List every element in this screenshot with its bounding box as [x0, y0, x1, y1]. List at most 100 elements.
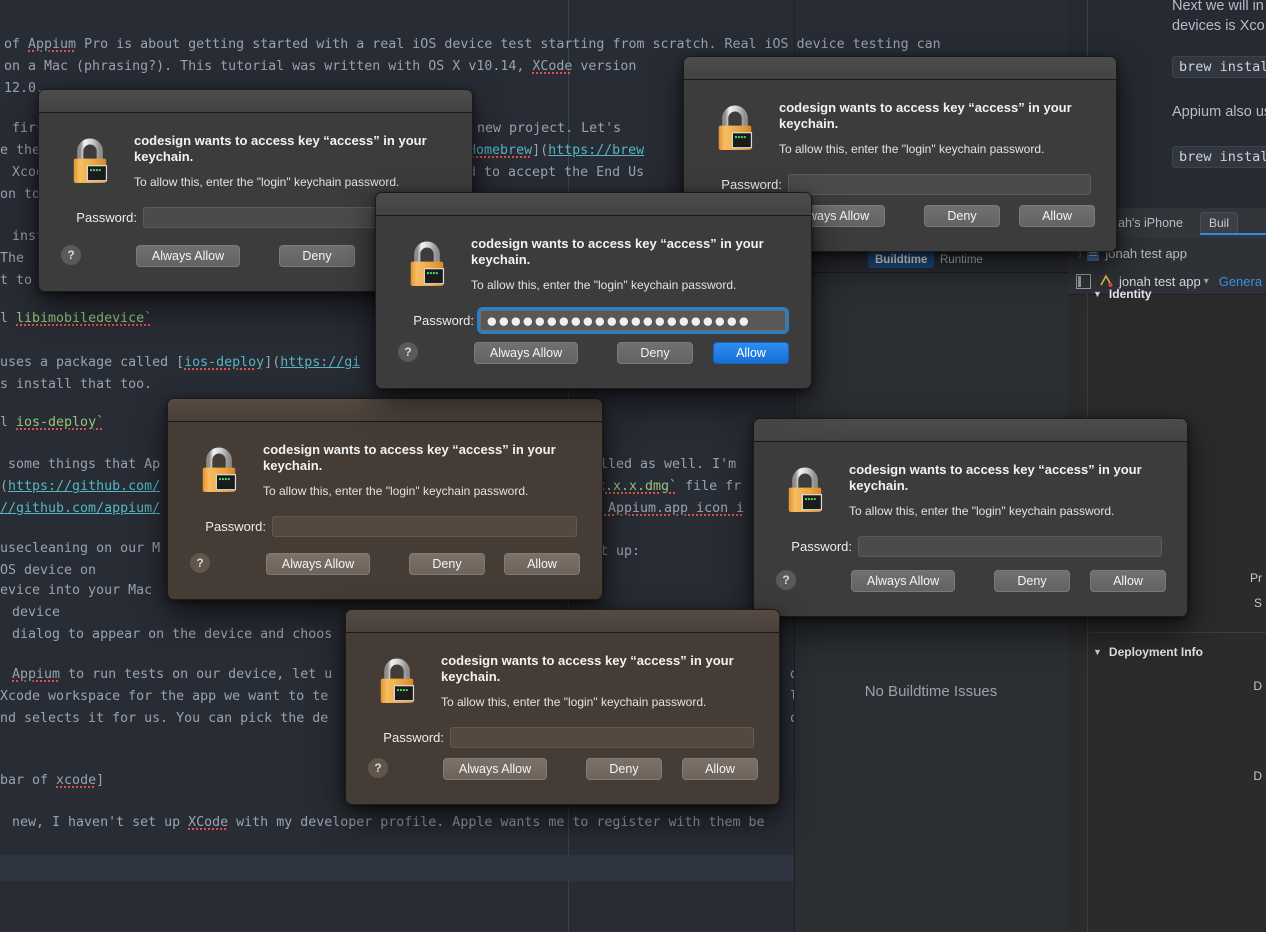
editor-token-plain — [4, 667, 12, 682]
dialog-subheadline: To allow this, enter the "login" keychai… — [471, 278, 737, 292]
password-label: Password: — [413, 313, 474, 328]
always-allow-button[interactable]: Always Allow — [136, 245, 240, 267]
editor-token-plain: usecleaning on our M — [0, 541, 161, 556]
editor-text-line: Xcode workspace for the app we want to t… — [0, 688, 328, 705]
password-input[interactable] — [858, 536, 1162, 557]
allow-button[interactable]: Allow — [682, 758, 758, 780]
editor-token-lnk: Homebrew — [468, 143, 533, 158]
app-target-icon — [1099, 274, 1113, 288]
dialog-title-bar[interactable] — [754, 419, 1187, 442]
keychain-lock-icon — [709, 102, 761, 159]
dialog-headline: codesign wants to access key “access” in… — [471, 236, 764, 267]
allow-button[interactable]: Allow — [1090, 570, 1166, 592]
editor-token-sp: xcode — [56, 773, 97, 788]
editor-token-plain: on a Mac (phrasing?). This tutorial was … — [4, 59, 533, 74]
password-label: Password: — [791, 539, 852, 554]
editor-text-line: nd selects it for us. You can pick the d… — [0, 710, 328, 727]
deny-button[interactable]: Deny — [617, 342, 693, 364]
dialog-headline: codesign wants to access key “access” in… — [134, 133, 427, 164]
editor-text-line: usecleaning on our M — [0, 540, 160, 557]
help-button[interactable]: ? — [61, 245, 81, 265]
always-allow-button[interactable]: Always Allow — [266, 553, 370, 575]
deny-button[interactable]: Deny — [586, 758, 662, 780]
editor-token-plain: ] — [96, 773, 105, 788]
dialog-title-bar[interactable] — [168, 399, 602, 422]
editor-token-sp: Appium — [28, 37, 77, 52]
editor-token-plain: need to accept the End Us — [444, 165, 645, 180]
editor-token-lnk: //github.com/appium/ — [0, 501, 161, 516]
section-deployment-info[interactable]: ▼ Deployment Info — [1068, 645, 1266, 659]
editor-text-line: Appium.app icon i — [600, 500, 744, 517]
deny-button[interactable]: Deny — [409, 553, 485, 575]
dialog-headline: codesign wants to access key “access” in… — [849, 462, 1142, 493]
dialog-subheadline: To allow this, enter the "login" keychai… — [263, 484, 529, 498]
allow-button[interactable]: Allow — [504, 553, 580, 575]
editor-token-plain: new, I haven't set up — [4, 815, 189, 830]
allow-button[interactable]: Allow — [1019, 205, 1095, 227]
allow-button[interactable]: Allow — [713, 342, 789, 364]
always-allow-button[interactable]: Always Allow — [851, 570, 955, 592]
editor-text-line: //github.com/appium/ — [0, 500, 160, 517]
dialog-title-bar[interactable] — [684, 57, 1116, 80]
editor-token-plain: e the — [0, 143, 41, 158]
password-input[interactable] — [788, 174, 1091, 195]
keychain-access-dialog[interactable]: codesign wants to access key “access” in… — [753, 418, 1188, 617]
editor-token-kw: x.x.x.dmg` — [597, 479, 678, 494]
deny-button[interactable]: Deny — [994, 570, 1070, 592]
doc-code-block-1: brew install — [1172, 56, 1266, 78]
password-input[interactable] — [450, 727, 754, 748]
keychain-lock-icon — [193, 444, 245, 501]
build-status-button[interactable]: Buil — [1200, 212, 1239, 234]
dialog-headline: codesign wants to access key “access” in… — [779, 100, 1072, 131]
editor-token-plain: dialog to appear on the device and choos — [4, 627, 333, 642]
help-button[interactable]: ? — [776, 570, 796, 590]
password-input[interactable]: ●●●●●●●●●●●●●●●●●●●●●● — [477, 307, 789, 334]
help-button[interactable]: ? — [368, 758, 388, 778]
editor-text-line: x.x.x.dmg` file fr — [597, 478, 741, 495]
editor-token-plain: evice into your Mac — [0, 583, 153, 598]
always-allow-button[interactable]: Always Allow — [474, 342, 578, 364]
editor-token-plain: ]( — [264, 355, 281, 370]
keychain-lock-icon — [779, 464, 831, 521]
dialog-title-bar[interactable] — [346, 610, 779, 633]
chevron-updown-icon[interactable]: ▾ — [1204, 276, 1209, 287]
section-identity[interactable]: ▼ Identity — [1068, 287, 1266, 301]
editor-text-line: g [Homebrew](https://brew — [444, 142, 644, 159]
deny-button[interactable]: Deny — [279, 245, 355, 267]
dialog-title-bar[interactable] — [39, 90, 472, 113]
editor-token-lnk: https://gi — [280, 355, 361, 370]
tab-runtime[interactable]: Runtime — [933, 252, 990, 268]
disclosure-triangle-icon[interactable]: ▼ — [1093, 647, 1102, 657]
editor-token-plain: lled as well. I'm — [600, 457, 737, 472]
dialog-body: codesign wants to access key “access” in… — [346, 633, 779, 804]
dialog-subheadline: To allow this, enter the "login" keychai… — [849, 504, 1115, 518]
editor-text-line: evice into your Mac — [0, 582, 152, 599]
help-button[interactable]: ? — [398, 342, 418, 362]
tab-buildtime[interactable]: Buildtime — [868, 252, 935, 268]
editor-token-plain: The — [0, 251, 25, 266]
disclosure-triangle-icon[interactable]: ▼ — [1093, 289, 1102, 299]
editor-token-plain: with my developer profile. Apple wants m… — [228, 815, 765, 830]
keychain-lock-icon — [64, 135, 116, 192]
dialog-title-bar[interactable] — [376, 193, 811, 216]
editor-token-plain: some things that Ap — [0, 457, 161, 472]
help-button[interactable]: ? — [190, 553, 210, 573]
always-allow-button[interactable]: Always Allow — [443, 758, 547, 780]
editor-token-sp: Appium — [12, 667, 61, 682]
section-identity-label: Identity — [1108, 287, 1152, 301]
dialog-body: codesign wants to access key “access” in… — [754, 442, 1187, 616]
keychain-access-dialog[interactable]: codesign wants to access key “access” in… — [375, 192, 812, 389]
dialog-headline: codesign wants to access key “access” in… — [441, 653, 734, 684]
deny-button[interactable]: Deny — [924, 205, 1000, 227]
editor-text-line: l libimobiledevice` — [0, 310, 152, 327]
keychain-lock-icon — [371, 655, 423, 712]
keychain-access-dialog[interactable]: codesign wants to access key “access” in… — [167, 398, 603, 600]
editor-token-sp: XCode — [532, 59, 573, 74]
scheme-destination-label[interactable]: ah's iPhone — [1118, 216, 1183, 230]
keychain-access-dialog[interactable]: codesign wants to access key “access” in… — [345, 609, 780, 805]
password-input[interactable] — [272, 516, 577, 537]
inspector-row-label-1: Pr — [1250, 571, 1262, 585]
editor-token-kw: libimobiledevice` — [16, 311, 153, 326]
inspector-row-label-4: D — [1253, 769, 1262, 783]
editor-token-sp: XCode — [188, 815, 229, 830]
